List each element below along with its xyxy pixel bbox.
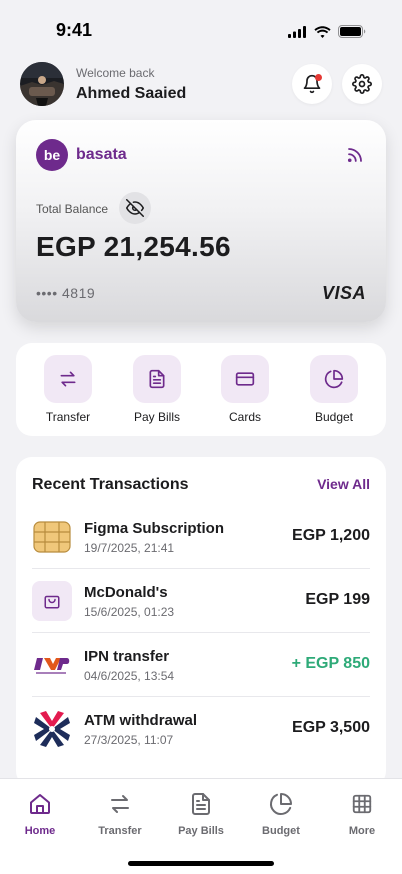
home-icon — [30, 794, 50, 814]
cards-action[interactable]: Cards — [213, 355, 277, 424]
tab-more-label: More — [348, 825, 376, 837]
view-all-link[interactable]: View All — [317, 476, 370, 492]
transaction-date: 27/3/2025, 11:07 — [84, 733, 174, 747]
shopping-bag-icon — [32, 581, 72, 621]
tab-budget-label: Budget — [262, 825, 300, 837]
card-icon — [235, 372, 255, 386]
welcome-text: Welcome back — [76, 66, 155, 80]
balance-amount: EGP 21,254.56 — [36, 231, 231, 262]
brand-logo: be — [36, 139, 68, 171]
transaction-name: Figma Subscription — [84, 520, 225, 537]
status-icons — [288, 25, 366, 38]
home-indicator — [128, 861, 274, 866]
transfer-icon — [60, 371, 76, 387]
quick-actions: Transfer Pay Bills Cards Budget — [16, 343, 386, 436]
pie-chart-icon — [324, 369, 344, 389]
chip-icon — [32, 517, 72, 557]
transfer-label: Transfer — [45, 410, 91, 424]
card-number: •••• 4819 — [36, 285, 96, 301]
gear-icon — [352, 74, 372, 94]
header: Welcome back Ahmed Saaied — [20, 62, 384, 106]
transaction-name: IPN transfer — [84, 648, 170, 665]
transaction-name: McDonald's — [84, 584, 168, 601]
pay-bills-label: Pay Bills — [133, 410, 180, 424]
tab-transfer[interactable]: Transfer — [80, 791, 160, 837]
transaction-amount: EGP 3,500 — [292, 719, 370, 736]
pay-bills-action[interactable]: Pay Bills — [125, 355, 189, 424]
balance-card[interactable]: be basata Total Balance EGP 21,254.56 ••… — [16, 120, 386, 322]
bill-icon — [192, 793, 210, 815]
transfer-icon — [111, 795, 129, 813]
tab-pay-bills[interactable]: Pay Bills — [161, 791, 241, 837]
instapay-logo — [32, 645, 72, 685]
budget-label: Budget — [314, 410, 354, 424]
transaction-amount: EGP 199 — [305, 591, 370, 608]
eye-off-icon — [126, 199, 144, 217]
transaction-row[interactable]: Figma Subscription 19/7/2025, 21:41 EGP … — [32, 505, 370, 569]
wifi-icon — [314, 25, 331, 38]
balance-label: Total Balance — [36, 202, 109, 216]
notifications-button[interactable] — [292, 64, 332, 104]
grid-icon — [352, 794, 372, 814]
recent-transactions: Recent Transactions View All Figma Subsc… — [16, 457, 386, 787]
brand-name: basata — [76, 146, 127, 163]
settings-button[interactable] — [342, 64, 382, 104]
transaction-amount: + EGP 850 — [291, 655, 370, 672]
tab-home-label: Home — [24, 825, 56, 837]
tab-budget[interactable]: Budget — [241, 791, 321, 837]
transaction-date: 15/6/2025, 01:23 — [84, 605, 175, 619]
toggle-balance-visibility-button[interactable] — [119, 192, 151, 224]
tab-pay-bills-label: Pay Bills — [178, 825, 224, 837]
status-time: 9:41 — [56, 20, 93, 40]
tab-transfer-label: Transfer — [98, 825, 142, 837]
status-bar: 9:41 — [0, 0, 402, 54]
section-title: Recent Transactions — [32, 476, 189, 493]
pie-chart-icon — [270, 793, 292, 815]
cards-label: Cards — [228, 410, 261, 424]
user-name: Ahmed Saaied — [76, 85, 187, 102]
avatar[interactable] — [20, 62, 64, 106]
transaction-row[interactable]: McDonald's 15/6/2025, 01:23 EGP 199 — [32, 569, 370, 633]
transaction-row[interactable]: ATM withdrawal 27/3/2025, 11:07 EGP 3,50… — [32, 697, 370, 761]
contactless-icon — [347, 148, 362, 163]
bottom-tab-bar: Home Transfer Pay Bills Budget More — [0, 778, 402, 874]
transaction-date: 04/6/2025, 13:54 — [84, 669, 175, 683]
tab-home[interactable]: Home — [0, 791, 80, 837]
atm-logo — [32, 709, 72, 749]
transaction-row[interactable]: IPN transfer 04/6/2025, 13:54 + EGP 850 — [32, 633, 370, 697]
notification-badge — [315, 74, 322, 81]
transaction-name: ATM withdrawal — [84, 712, 198, 729]
transaction-date: 19/7/2025, 21:41 — [84, 541, 175, 555]
bill-icon — [149, 369, 165, 389]
battery-icon — [338, 25, 366, 38]
card-network-logo: VISA — [321, 283, 366, 303]
transfer-action[interactable]: Transfer — [36, 355, 100, 424]
budget-action[interactable]: Budget — [302, 355, 366, 424]
cellular-signal-icon — [288, 25, 306, 38]
transaction-amount: EGP 1,200 — [292, 527, 370, 544]
tab-more[interactable]: More — [322, 791, 402, 837]
